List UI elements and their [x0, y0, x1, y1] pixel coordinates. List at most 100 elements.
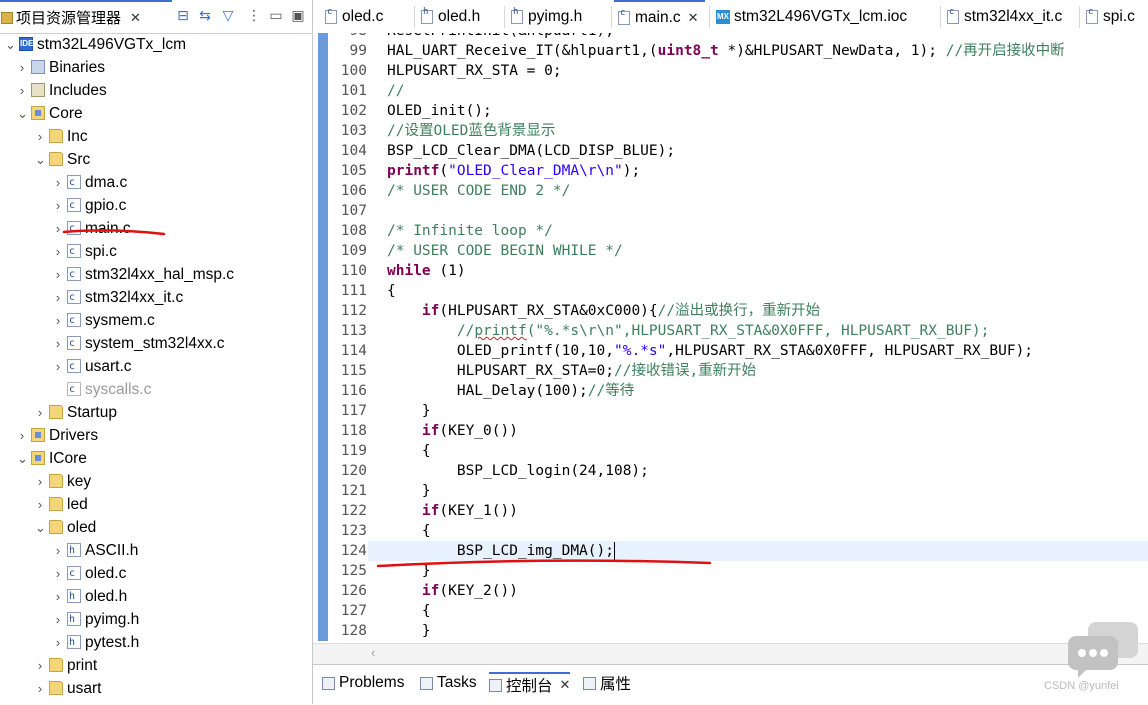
chevron-right-icon[interactable]: ›	[53, 309, 63, 332]
chevron-right-icon[interactable]: ›	[35, 493, 45, 516]
bottom-tab-2[interactable]: 控制台 ✕	[489, 672, 571, 696]
code-line[interactable]: {	[387, 601, 431, 621]
chevron-right-icon[interactable]: ›	[53, 332, 63, 355]
scroll-left-icon[interactable]: ‹	[371, 645, 375, 660]
code-area[interactable]: ResetPrintInit(&hlpuart1); HAL_UART_Recei…	[368, 33, 1148, 641]
collapse-all-icon[interactable]: ⊟	[175, 7, 191, 23]
chevron-right-icon[interactable]: ›	[35, 677, 45, 700]
code-line[interactable]: if(HLPUSART_RX_STA&0xC000){//溢出或换行，重新开始	[387, 301, 820, 321]
code-line[interactable]: OLED_init();	[387, 101, 492, 121]
bottom-tab-0[interactable]: Problems	[322, 672, 404, 694]
tree-item-spi-c[interactable]: › spi.c	[0, 240, 312, 263]
editor-tab-main-c[interactable]: main.c ✕	[614, 0, 705, 33]
code-line[interactable]: {	[387, 441, 431, 461]
filter-icon[interactable]: ▽	[220, 7, 236, 23]
code-line[interactable]: printf("OLED_Clear_DMA\r\n");	[387, 161, 640, 181]
code-line[interactable]: BSP_LCD_img_DMA();	[368, 541, 1148, 561]
tree-item-stm32l4xx-hal-msp-c[interactable]: › stm32l4xx_hal_msp.c	[0, 263, 312, 286]
chevron-right-icon[interactable]: ›	[53, 631, 63, 654]
tree-item-icore[interactable]: ⌄ ICore	[0, 447, 312, 470]
tree-item-stm32l496vgtx-lcm[interactable]: ⌄ IDE stm32L496VGTx_lcm	[0, 33, 312, 56]
tree-item-main-c[interactable]: › main.c	[0, 217, 312, 240]
code-line[interactable]: /* Infinite loop */	[387, 221, 553, 241]
chevron-right-icon[interactable]: ›	[35, 401, 45, 424]
close-icon[interactable]: ✕	[560, 677, 571, 693]
chevron-right-icon[interactable]: ›	[35, 125, 45, 148]
code-line[interactable]: if(KEY_2())	[387, 581, 518, 601]
tree-item-syscalls-c[interactable]: syscalls.c	[0, 378, 312, 401]
tree-item-pyimg-h[interactable]: › pyimg.h	[0, 608, 312, 631]
tree-item-usart[interactable]: › usart	[0, 677, 312, 700]
bottom-tab-1[interactable]: Tasks	[420, 672, 477, 694]
chevron-down-icon[interactable]: ⌄	[35, 148, 46, 171]
chevron-right-icon[interactable]: ›	[17, 424, 27, 447]
view-menu-icon[interactable]: ⋮	[246, 7, 262, 23]
tree-item-dma-c[interactable]: › dma.c	[0, 171, 312, 194]
link-editor-icon[interactable]: ⇆	[197, 7, 213, 23]
tree-item-core[interactable]: ⌄ Core	[0, 102, 312, 125]
explorer-tab[interactable]: 项目资源管理器 ✕	[0, 0, 172, 33]
tree-item-oled-h[interactable]: › oled.h	[0, 585, 312, 608]
code-line[interactable]: while (1)	[387, 261, 466, 281]
chevron-right-icon[interactable]: ›	[35, 470, 45, 493]
code-line[interactable]: {	[387, 281, 396, 301]
code-line[interactable]: BSP_LCD_Clear_DMA(LCD_DISP_BLUE);	[387, 141, 675, 161]
tree-item-includes[interactable]: › Includes	[0, 79, 312, 102]
tree-item-gpio-c[interactable]: › gpio.c	[0, 194, 312, 217]
tree-item-startup[interactable]: › Startup	[0, 401, 312, 424]
tree-item-key[interactable]: › key	[0, 470, 312, 493]
code-line[interactable]: }	[387, 481, 431, 501]
code-line[interactable]: OLED_printf(10,10,"%.*s",HLPUSART_RX_STA…	[387, 341, 1033, 361]
chevron-right-icon[interactable]: ›	[53, 355, 63, 378]
code-line[interactable]: if(KEY_0())	[387, 421, 518, 441]
chevron-right-icon[interactable]: ›	[53, 608, 63, 631]
tree-item-src[interactable]: ⌄ Src	[0, 148, 312, 171]
tree-item-pytest-h[interactable]: › pytest.h	[0, 631, 312, 654]
close-icon[interactable]: ✕	[688, 10, 699, 26]
code-line[interactable]: //printf("%.*s\r\n",HLPUSART_RX_STA&0X0F…	[387, 321, 990, 341]
chevron-right-icon[interactable]: ›	[53, 585, 63, 608]
tree-item-led[interactable]: › led	[0, 493, 312, 516]
code-line[interactable]: HAL_UART_Receive_IT(&hlpuart1,(uint8_t *…	[387, 41, 1065, 61]
chevron-right-icon[interactable]: ›	[53, 171, 63, 194]
tree-item-oled-c[interactable]: › oled.c	[0, 562, 312, 585]
chevron-right-icon[interactable]: ›	[53, 194, 63, 217]
tree-item-system-stm32l4xx-c[interactable]: › system_stm32l4xx.c	[0, 332, 312, 355]
horizontal-scrollbar[interactable]: ‹	[313, 643, 1148, 664]
editor-tab-oled-c[interactable]: oled.c	[321, 0, 389, 33]
tree-item-oled[interactable]: ⌄ oled	[0, 516, 312, 539]
minimize-icon[interactable]: ▭	[268, 7, 284, 23]
tree-item-inc[interactable]: › Inc	[0, 125, 312, 148]
tree-item-sysmem-c[interactable]: › sysmem.c	[0, 309, 312, 332]
chevron-right-icon[interactable]: ›	[53, 539, 63, 562]
chevron-right-icon[interactable]: ›	[17, 79, 27, 102]
chevron-right-icon[interactable]: ›	[53, 562, 63, 585]
chevron-right-icon[interactable]: ›	[53, 286, 63, 309]
code-line[interactable]: /* USER CODE END 2 */	[387, 181, 570, 201]
code-line[interactable]: HLPUSART_RX_STA=0;//接收错误,重新开始	[387, 361, 756, 381]
editor-tab-spi-c[interactable]: spi.c	[1082, 0, 1141, 33]
code-line[interactable]: BSP_LCD_login(24,108);	[387, 461, 649, 481]
code-line[interactable]: }	[387, 621, 431, 641]
editor-tab-oled-h[interactable]: oled.h	[417, 0, 486, 33]
code-editor[interactable]: 98 99 100 101 102 103 104 105 106 107 108 109 110 111…	[313, 33, 1148, 643]
code-line[interactable]: {	[387, 521, 431, 541]
chevron-down-icon[interactable]: ⌄	[17, 447, 28, 470]
close-icon[interactable]: ✕	[130, 10, 141, 26]
maximize-icon[interactable]: ▣	[290, 7, 306, 23]
editor-tab-stm32l496vgtx-lcm-ioc[interactable]: MX stm32L496VGTx_lcm.ioc	[712, 0, 913, 33]
chevron-right-icon[interactable]: ›	[53, 240, 63, 263]
editor-tab-stm32l4xx-it-c[interactable]: stm32l4xx_it.c	[943, 0, 1068, 33]
chevron-down-icon[interactable]: ⌄	[35, 516, 46, 539]
code-line[interactable]: //	[387, 81, 404, 101]
chevron-down-icon[interactable]: ⌄	[17, 102, 28, 125]
code-line[interactable]: HLPUSART_RX_STA = 0;	[387, 61, 562, 81]
chevron-down-icon[interactable]: ⌄	[5, 33, 16, 56]
tree-item-print[interactable]: › print	[0, 654, 312, 677]
code-line[interactable]: }	[387, 401, 431, 421]
tree-item-drivers[interactable]: › Drivers	[0, 424, 312, 447]
code-line[interactable]: //设置OLED蓝色背景显示	[387, 121, 555, 141]
chevron-right-icon[interactable]: ›	[53, 263, 63, 286]
code-line[interactable]: }	[387, 561, 431, 581]
editor-tab-pyimg-h[interactable]: pyimg.h	[507, 0, 588, 33]
